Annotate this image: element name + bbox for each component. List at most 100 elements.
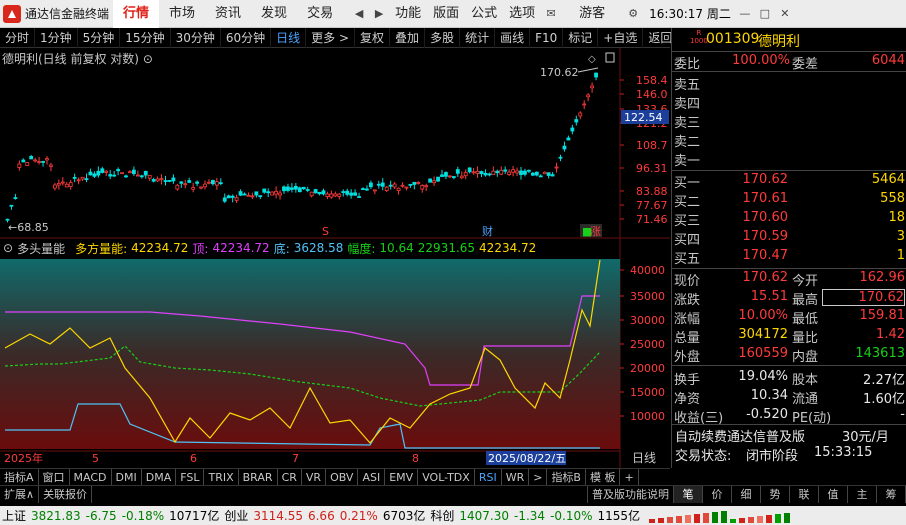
tab-RSI-14[interactable]: RSI [475,468,502,486]
menu-jiaoyi[interactable]: 交易 [297,0,343,28]
tab-WR-15[interactable]: WR [502,468,530,486]
tab-B-17[interactable]: 指标B [547,468,586,486]
tab-TRIX-6[interactable]: TRIX [204,468,239,486]
tab--16[interactable]: > [529,468,548,486]
tab-CR-8[interactable]: CR [278,468,302,486]
mail-icon[interactable]: ✉ [541,0,561,28]
tab--19[interactable]: + [620,468,639,486]
diamond-icon[interactable]: ◇ [588,54,596,65]
tb-5min[interactable]: 5分钟 [78,27,121,48]
candle [499,169,504,175]
cy-index[interactable]: 3114.55 [253,509,303,523]
tb-duogu[interactable]: 多股 [425,27,461,48]
tb-daily[interactable]: 日线 [271,27,307,48]
tab-ASI-11[interactable]: ASI [358,468,386,486]
candle [183,183,188,186]
tab--1[interactable]: 窗口 [39,468,70,486]
ext-tab-0[interactable]: 扩展∧ [0,486,40,503]
tb-diejia[interactable]: 叠加 [390,27,426,48]
chevron-down-icon[interactable]: ⊙ [143,52,153,66]
minimize-icon[interactable]: — [735,0,755,28]
candle [80,176,85,180]
tab-DMI-3[interactable]: DMI [112,468,142,486]
sh-index[interactable]: 3821.83 [31,509,81,523]
candle [495,170,500,174]
chart-stock-label[interactable]: 德明利(日线 前复权 对数) ⊙ [2,50,153,67]
window-icon[interactable] [605,52,615,63]
price-tick-label: 108.7 [636,139,668,152]
menu-zixun[interactable]: 资讯 [205,0,251,28]
tb-fenshi[interactable]: 分时 [0,27,36,48]
promo-text[interactable]: 自动续费通达信普及版 [675,426,805,445]
candle [376,183,381,186]
func-help-link[interactable]: 普及版功能说明 [587,486,674,503]
tab-MACD-2[interactable]: MACD [70,468,112,486]
candle [483,172,488,176]
tab-VOLTDX-13[interactable]: VOL-TDX [418,468,475,486]
tb-huaxian[interactable]: 画线 [495,27,531,48]
kc-index[interactable]: 1407.30 [459,509,509,523]
arrow-left-icon[interactable]: ◀ [349,0,369,28]
heat-bar [703,512,710,523]
stat-value-2: 143613 [855,346,905,361]
marker-limit-up[interactable]: 涨 [590,225,601,238]
rtab-2[interactable]: 细 [732,486,761,503]
period-label[interactable]: 日线 [632,451,656,465]
tab-FSL-5[interactable]: FSL [176,468,205,486]
tb-f10[interactable]: F10 [530,27,564,48]
indicator-toggle-icon[interactable]: ⊙ [3,241,13,255]
menu-gongneng[interactable]: 功能 [389,0,427,28]
tab-A-0[interactable]: 指标A [0,468,39,486]
candle [108,174,113,177]
menu-faxian[interactable]: 发现 [251,0,297,28]
heat-bar [658,517,665,523]
rtab-6[interactable]: 主 [848,486,877,503]
menu-gongshi[interactable]: 公式 [465,0,503,28]
indicator-name[interactable]: 多头量能 [17,240,65,257]
tab-OBV-10[interactable]: OBV [326,468,359,486]
settings-icon[interactable]: ⚙ [623,0,643,28]
candle [570,127,575,132]
candle [293,185,298,190]
close-icon[interactable]: ✕ [775,0,795,28]
rtab-3[interactable]: 势 [761,486,790,503]
tb-60min[interactable]: 60分钟 [221,27,272,48]
price-tick-label: 77.67 [636,199,668,212]
promo-row[interactable]: 自动续费通达信普及版 30元/月 [672,426,906,445]
user-guest[interactable]: 游客 [561,0,623,28]
candle [451,176,456,178]
arrow-right-icon[interactable]: ▶ [369,0,389,28]
buy-label: 买五 [674,252,701,267]
tab-EMV-12[interactable]: EMV [385,468,419,486]
candle [542,171,547,175]
ext-tab-1[interactable]: 关联报价 [39,486,93,503]
menu-xuanxiang[interactable]: 选项 [503,0,541,28]
tab-BRAR-7[interactable]: BRAR [239,468,278,486]
tb-1min[interactable]: 1分钟 [35,27,78,48]
tab--18[interactable]: 模 板 [586,468,621,486]
tb-fuquan[interactable]: 复权 [355,27,391,48]
marker-s[interactable]: S [322,225,329,238]
menu-shichang[interactable]: 市场 [159,0,205,28]
rtab-0[interactable]: 笔 [674,486,703,503]
maximize-icon[interactable]: □ [755,0,775,28]
tab-VR-9[interactable]: VR [302,468,327,486]
tb-biaoji[interactable]: 标记 [563,27,599,48]
clock: 16:30:17 周二 [649,7,731,21]
tb-tongji[interactable]: 统计 [460,27,496,48]
menu-hangqing[interactable]: 行情 [113,0,160,28]
tb-zixuan[interactable]: +自选 [598,27,644,48]
rtab-1[interactable]: 价 [703,486,732,503]
stat-value: 10.34 [750,388,788,403]
marker-report[interactable]: 财 [482,224,493,238]
rtab-4[interactable]: 联 [790,486,819,503]
rtab-7[interactable]: 筹 [877,486,906,503]
tb-more[interactable]: 更多 > [306,27,356,48]
tb-30min[interactable]: 30分钟 [171,27,221,48]
kline-chart[interactable]: 170.62←68.85S财■涨◇ 158.4146.0133.6121.210… [0,48,670,468]
menu-banmian[interactable]: 版面 [427,0,465,28]
rtab-5[interactable]: 值 [819,486,848,503]
stat-label: 涨跌 [674,293,701,308]
tb-15min[interactable]: 15分钟 [120,27,171,48]
tab-DMA-4[interactable]: DMA [142,468,177,486]
